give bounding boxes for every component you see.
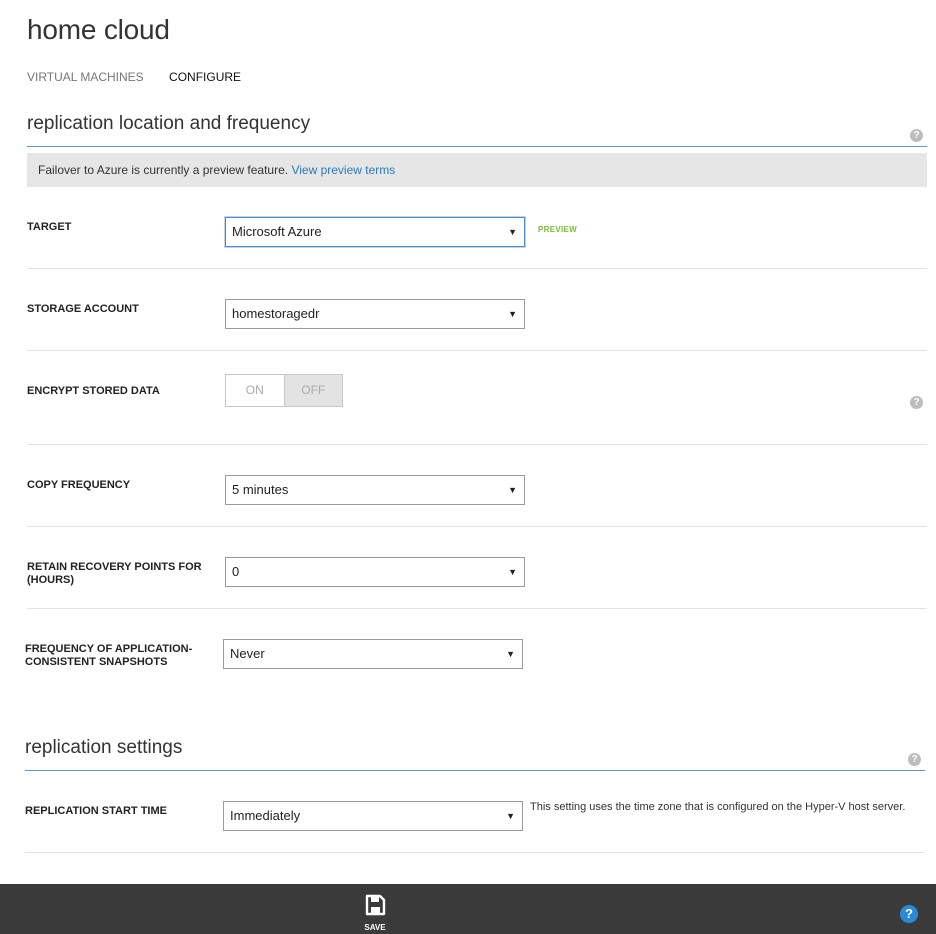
section-title-replication-location: replication location and frequency — [27, 113, 311, 134]
encrypt-toggle-on[interactable]: ON — [226, 375, 284, 406]
replication-start-time-select[interactable]: Immediately ▼ — [223, 801, 523, 831]
save-button[interactable]: SAVE — [360, 894, 390, 932]
storage-account-label: STORAGE ACCOUNT — [27, 303, 139, 315]
row-divider — [25, 852, 925, 853]
command-bar: SAVE ? — [0, 884, 936, 934]
snapshot-label-line1: FREQUENCY OF APPLICATION- — [25, 643, 193, 655]
preview-badge: PREVIEW — [538, 225, 577, 234]
section-divider — [27, 146, 927, 147]
row-divider — [27, 608, 927, 609]
retain-recovery-points-label: RETAIN RECOVERY POINTS FOR (HOURS) — [27, 561, 202, 587]
help-icon[interactable]: ? — [910, 396, 923, 409]
retain-recovery-points-value: 0 — [232, 564, 240, 579]
row-divider — [27, 350, 927, 351]
time-zone-note: This setting uses the time zone that is … — [530, 801, 906, 813]
chevron-down-icon: ▼ — [506, 811, 515, 821]
encrypt-toggle-off[interactable]: OFF — [283, 375, 342, 406]
storage-account-select[interactable]: homestoragedr ▼ — [225, 299, 525, 329]
target-select[interactable]: Microsoft Azure ▼ — [225, 217, 525, 247]
replication-start-time-label: REPLICATION START TIME — [25, 805, 167, 817]
row-divider — [27, 526, 927, 527]
chevron-down-icon: ▼ — [508, 485, 517, 495]
chevron-down-icon: ▼ — [508, 309, 517, 319]
copy-frequency-select[interactable]: 5 minutes ▼ — [225, 475, 525, 505]
chevron-down-icon: ▼ — [508, 567, 517, 577]
help-icon[interactable]: ? — [910, 129, 923, 142]
storage-account-value: homestoragedr — [232, 306, 320, 321]
help-icon[interactable]: ? — [900, 905, 918, 923]
encrypt-stored-data-label: ENCRYPT STORED DATA — [27, 385, 160, 397]
chevron-down-icon: ▼ — [508, 227, 517, 237]
tab-virtual-machines[interactable]: VIRTUAL MACHINES — [27, 70, 144, 84]
view-preview-terms-link[interactable]: View preview terms — [291, 163, 395, 177]
row-divider — [27, 444, 927, 445]
help-icon[interactable]: ? — [908, 753, 921, 766]
chevron-down-icon: ▼ — [506, 649, 515, 659]
target-select-value: Microsoft Azure — [232, 224, 322, 239]
row-divider — [27, 268, 927, 269]
target-label: TARGET — [27, 221, 72, 233]
copy-frequency-value: 5 minutes — [232, 482, 289, 497]
banner-text: Failover to Azure is currently a preview… — [38, 163, 289, 177]
section-divider — [25, 770, 925, 771]
replication-start-time-value: Immediately — [230, 808, 301, 823]
retain-label-line2: (HOURS) — [27, 574, 75, 586]
copy-frequency-label: COPY FREQUENCY — [27, 479, 131, 491]
tab-configure[interactable]: CONFIGURE — [169, 70, 241, 84]
preview-banner: Failover to Azure is currently a preview… — [27, 153, 927, 187]
retain-label-line1: RETAIN RECOVERY POINTS FOR — [27, 561, 202, 573]
nav-tabs: VIRTUAL MACHINES CONFIGURE — [27, 70, 263, 84]
encrypt-toggle[interactable]: ON OFF — [225, 374, 343, 407]
snapshot-frequency-select[interactable]: Never ▼ — [223, 639, 523, 669]
snapshot-frequency-label: FREQUENCY OF APPLICATION- CONSISTENT SNA… — [25, 643, 192, 669]
retain-recovery-points-select[interactable]: 0 ▼ — [225, 557, 525, 587]
save-icon — [365, 894, 386, 916]
save-label: SAVE — [364, 923, 386, 932]
page-title: home cloud — [27, 14, 170, 45]
section-title-replication-settings: replication settings — [25, 737, 183, 758]
snapshot-frequency-value: Never — [230, 646, 265, 661]
snapshot-label-line2: CONSISTENT SNAPSHOTS — [25, 656, 168, 668]
